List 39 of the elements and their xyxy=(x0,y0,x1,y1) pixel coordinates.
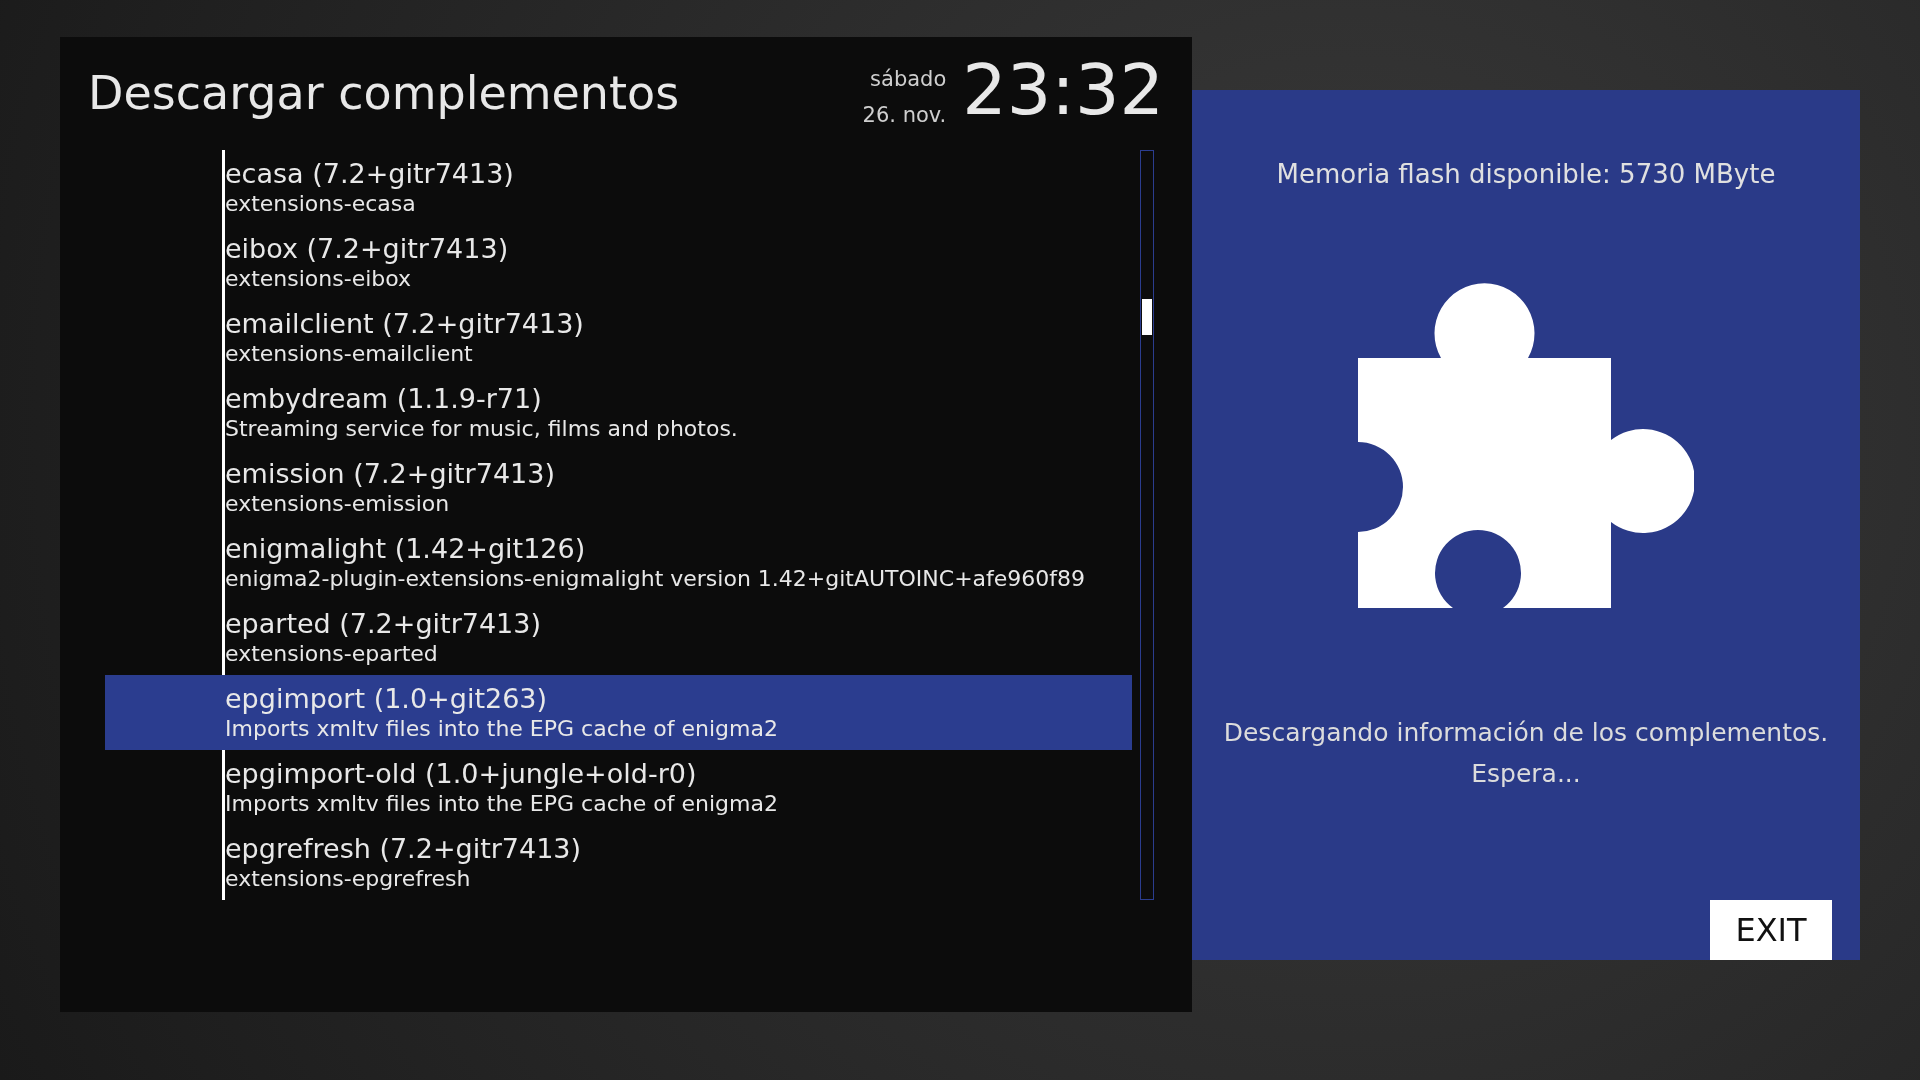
scrollbar-thumb[interactable] xyxy=(1142,299,1152,335)
plugin-name: emailclient (7.2+gitr7413) xyxy=(225,307,585,340)
plugin-name: eparted (7.2+gitr7413) xyxy=(225,607,542,640)
plugin-list-item[interactable]: epgrefresh (7.2+gitr7413) extensions-epgrefresh xyxy=(105,825,1132,900)
plugin-description: extensions-emission xyxy=(225,489,451,518)
plugin-name: eibox (7.2+gitr7413) xyxy=(225,232,510,265)
plugin-list-item[interactable]: emission (7.2+gitr7413) extensions-emission xyxy=(105,450,1132,525)
date-label: 26. nov. xyxy=(862,102,947,129)
plugin-list-item[interactable]: eibox (7.2+gitr7413) extensions-eibox xyxy=(105,225,1132,300)
plugin-description: extensions-epgrefresh xyxy=(225,864,472,893)
plugin-description: extensions-ecasa xyxy=(225,189,417,218)
plugin-description: extensions-eibox xyxy=(225,264,413,293)
plugin-description: Imports xmltv files into the EPG cache of enigma2 xyxy=(225,714,779,743)
plugin-description: extensions-eparted xyxy=(225,639,439,668)
plugin-description: Imports xmltv files into the EPG cache of enigma2 xyxy=(225,789,779,818)
plugin-description: enigma2-plugin-extensions-enigmalight version 1.42+gitAUTOINC+afe960f89 xyxy=(225,564,1087,593)
plugin-name: enigmalight (1.42+git126) xyxy=(225,532,587,565)
flash-memory-label: Memoria flash disponible: 5730 MByte xyxy=(1276,158,1776,191)
plugin-description: extensions-emailclient xyxy=(225,339,474,368)
plugin-list-item[interactable]: epgimport-old (1.0+jungle+old-r0) Imports xmltv files into the EPG cache of enigma2 xyxy=(105,750,1132,825)
plugin-name: epgimport (1.0+git263) xyxy=(225,682,549,715)
status-message: Descargando información de los complementos. xyxy=(1223,717,1829,749)
plugin-list-item[interactable]: enigmalight (1.42+git126) enigma2-plugin-extensions-enigmalight version 1.42+gitAUTOINC+afe960f89 xyxy=(105,525,1132,600)
plugin-name: ecasa (7.2+gitr7413) xyxy=(225,157,515,190)
plugin-description: Streaming service for music, films and photos. xyxy=(225,414,739,443)
plugin-list-item[interactable]: epgimport (1.0+git263) Imports xmltv files into the EPG cache of enigma2 xyxy=(105,675,1132,750)
status-message: Espera... xyxy=(1471,758,1581,790)
plugin-name: epgimport-old (1.0+jungle+old-r0) xyxy=(225,757,698,790)
weekday-label: sábado xyxy=(870,66,947,93)
plugin-list-item[interactable]: eparted (7.2+gitr7413) extensions-eparted xyxy=(105,600,1132,675)
scrollbar[interactable] xyxy=(1140,150,1154,900)
plugin-list-item[interactable]: ecasa (7.2+gitr7413) extensions-ecasa xyxy=(105,150,1132,225)
plugin-name: epgrefresh (7.2+gitr7413) xyxy=(225,832,583,865)
plugin-list-item[interactable]: emailclient (7.2+gitr7413) extensions-emailclient xyxy=(105,300,1132,375)
plugin-name: emission (7.2+gitr7413) xyxy=(225,457,556,490)
plugin-list-item[interactable]: embydream (1.1.9-r71) Streaming service for music, films and photos. xyxy=(105,375,1132,450)
exit-button[interactable]: EXIT xyxy=(1710,900,1832,960)
clock-time: 23:32 xyxy=(962,55,1164,125)
plugin-name: embydream (1.1.9-r71) xyxy=(225,382,543,415)
